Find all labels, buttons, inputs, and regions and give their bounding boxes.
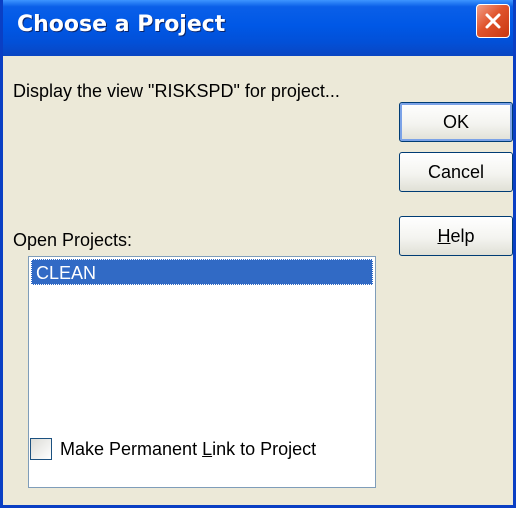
dialog-message: Display the view "RISKSPD" for project..… bbox=[13, 81, 340, 101]
open-projects-label: Open Projects: bbox=[13, 230, 133, 250]
permanent-link-label-pre: Make Permanent bbox=[60, 438, 203, 459]
dialog-title: Choose a Project bbox=[17, 12, 226, 37]
cancel-button[interactable]: Cancel bbox=[399, 152, 513, 192]
dialog-body: Display the view "RISKSPD" for project..… bbox=[3, 56, 513, 505]
title-bar[interactable]: Choose a Project bbox=[3, 0, 513, 56]
choose-project-dialog: Choose a Project Display the view "RISKS… bbox=[0, 0, 516, 508]
close-button[interactable] bbox=[476, 4, 510, 38]
permanent-link-mnemonic: L bbox=[202, 438, 213, 459]
permanent-link-checkbox[interactable] bbox=[30, 438, 52, 460]
permanent-link-row[interactable]: Make Permanent Link to Project bbox=[30, 438, 316, 460]
permanent-link-label[interactable]: Make Permanent Link to Project bbox=[60, 439, 316, 460]
ok-button[interactable]: OK bbox=[399, 102, 513, 142]
project-list-item[interactable]: CLEAN bbox=[31, 259, 373, 285]
help-mnemonic: H bbox=[437, 225, 451, 246]
close-icon bbox=[485, 13, 501, 29]
help-button[interactable]: Help bbox=[399, 216, 513, 256]
permanent-link-label-post: ink to Project bbox=[212, 438, 317, 459]
help-label-rest: elp bbox=[450, 225, 475, 246]
